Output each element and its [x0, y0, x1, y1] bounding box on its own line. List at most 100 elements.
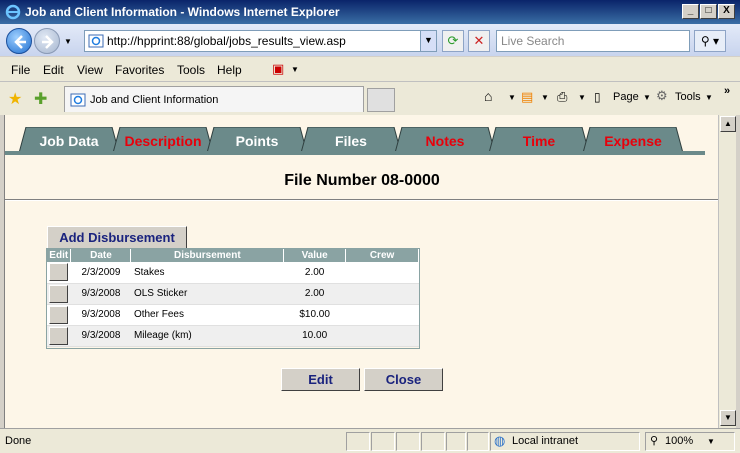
- table-row: 9/3/2008 OLS Sticker 2.00: [47, 283, 419, 305]
- print-dropdown-icon[interactable]: ▼: [578, 93, 586, 102]
- menu-tools[interactable]: Tools: [177, 63, 205, 77]
- menu-file[interactable]: File: [11, 63, 30, 77]
- disbursement-table: Edit Date Disbursement Value Crew 2/3/20…: [47, 249, 419, 347]
- row-edit-button[interactable]: [49, 263, 68, 282]
- tools-dropdown-icon[interactable]: ▼: [705, 93, 713, 102]
- add-disbursement-button[interactable]: Add Disbursement: [47, 226, 187, 249]
- tab-points-label: Points: [235, 133, 279, 149]
- forward-arrow-icon: [42, 35, 54, 49]
- pdf-icon[interactable]: ▣: [272, 61, 284, 77]
- stop-button[interactable]: ✕: [468, 30, 490, 52]
- feeds-dropdown-icon[interactable]: ▼: [541, 93, 549, 102]
- browser-tab[interactable]: Job and Client Information: [64, 86, 364, 112]
- history-dropdown-icon[interactable]: ▼: [64, 37, 72, 46]
- page-title: File Number 08-0000: [284, 172, 440, 189]
- ie-logo-icon: [5, 4, 21, 20]
- status-pane: [467, 432, 489, 451]
- row-crew: [345, 262, 419, 284]
- col-header-date: Date: [70, 249, 132, 262]
- row-date: 9/3/2008: [70, 304, 131, 326]
- tab-time[interactable]: Time: [489, 127, 589, 153]
- col-header-edit: Edit: [47, 249, 72, 262]
- back-button[interactable]: [6, 28, 32, 54]
- row-edit-button[interactable]: [49, 326, 68, 345]
- favorites-star-icon[interactable]: ★: [8, 89, 22, 109]
- refresh-button[interactable]: ⟳: [442, 30, 464, 52]
- menu-favorites[interactable]: Favorites: [115, 63, 164, 77]
- intranet-globe-icon: ◍: [494, 433, 506, 448]
- address-field[interactable]: http://hpprint:88/global/jobs_results_vi…: [84, 30, 437, 52]
- row-edit-cell: [47, 325, 71, 347]
- vertical-scrollbar[interactable]: ▲ ▼: [718, 115, 736, 428]
- address-url: http://hpprint:88/global/jobs_results_vi…: [107, 34, 346, 48]
- row-disbursement: Stakes: [130, 262, 284, 284]
- app-tab-strip: Job Data Description Points Files Notes …: [5, 127, 718, 153]
- tab-expense-label: Expense: [604, 133, 662, 149]
- tab-expense[interactable]: Expense: [583, 127, 683, 153]
- tools-menu[interactable]: Tools: [675, 91, 701, 103]
- row-date: 9/3/2008: [70, 325, 131, 347]
- row-disbursement: Other Fees: [130, 304, 284, 326]
- menu-edit[interactable]: Edit: [43, 63, 64, 77]
- row-edit-cell: [47, 304, 71, 326]
- more-chevron-icon[interactable]: »: [724, 85, 730, 97]
- tab-files[interactable]: Files: [301, 127, 401, 153]
- address-dropdown-icon[interactable]: ▼: [420, 31, 436, 51]
- status-text: Done: [5, 435, 32, 447]
- page-menu[interactable]: Page: [613, 91, 639, 103]
- title-bar: Job and Client Information - Windows Int…: [0, 0, 740, 24]
- search-icon: ⚲: [700, 34, 710, 48]
- status-bar: Done ◍ Local intranet ⚲ 100% ▼: [0, 428, 740, 453]
- divider-highlight: [5, 200, 718, 201]
- close-button[interactable]: Close: [364, 368, 443, 391]
- add-favorite-icon[interactable]: ✚: [34, 89, 47, 109]
- row-date: 9/3/2008: [70, 283, 131, 305]
- menu-help[interactable]: Help: [217, 63, 242, 77]
- row-value: 10.00: [283, 325, 346, 347]
- address-toolbar: ▼ http://hpprint:88/global/jobs_results_…: [0, 24, 740, 56]
- tab-description[interactable]: Description: [113, 127, 213, 153]
- table-row: 9/3/2008 Other Fees $10.00: [47, 304, 419, 326]
- print-icon[interactable]: ⎙: [557, 89, 567, 105]
- tab-points[interactable]: Points: [207, 127, 307, 153]
- pdf-dropdown-icon[interactable]: ▼: [291, 65, 299, 74]
- col-header-disbursement: Disbursement: [130, 249, 285, 262]
- home-icon[interactable]: ⌂: [484, 88, 492, 104]
- edit-button[interactable]: Edit: [281, 368, 360, 391]
- row-edit-button[interactable]: [49, 305, 68, 324]
- feeds-icon[interactable]: ▤: [521, 89, 533, 105]
- scroll-down-icon[interactable]: ▼: [720, 410, 736, 426]
- tab-favicon-icon: [70, 93, 86, 107]
- scroll-up-icon[interactable]: ▲: [720, 116, 736, 132]
- row-edit-button[interactable]: [49, 284, 68, 303]
- row-edit-cell: [47, 262, 71, 284]
- status-pane: [421, 432, 445, 451]
- minimize-button[interactable]: _: [682, 4, 699, 19]
- tab-underline: [5, 151, 705, 155]
- back-arrow-icon: [14, 35, 26, 49]
- zoom-magnifier-icon: ⚲: [650, 435, 659, 447]
- page-icon: ▯: [594, 90, 601, 104]
- row-crew: [345, 304, 419, 326]
- forward-button[interactable]: [34, 28, 60, 54]
- row-value: $10.00: [283, 304, 346, 326]
- page-favicon-icon: [88, 34, 104, 48]
- close-window-button[interactable]: X: [718, 4, 735, 19]
- menu-view[interactable]: View: [77, 63, 103, 77]
- table-row: 2/3/2009 Stakes 2.00: [47, 262, 419, 284]
- maximize-button[interactable]: □: [700, 4, 717, 19]
- search-input[interactable]: Live Search: [496, 30, 690, 52]
- zoom-level[interactable]: 100%: [665, 435, 693, 447]
- tab-notes[interactable]: Notes: [395, 127, 495, 153]
- home-dropdown-icon[interactable]: ▼: [508, 93, 516, 102]
- zoom-dropdown-icon[interactable]: ▼: [707, 437, 715, 446]
- tab-description-label: Description: [124, 133, 202, 149]
- status-pane: [346, 432, 370, 451]
- new-tab-button[interactable]: [367, 88, 395, 112]
- search-button[interactable]: ⚲ ▾: [694, 30, 726, 52]
- col-header-value: Value: [283, 249, 347, 262]
- status-pane: [446, 432, 466, 451]
- tab-job-data[interactable]: Job Data: [19, 127, 119, 153]
- col-header-crew: Crew: [345, 249, 419, 262]
- page-dropdown-icon[interactable]: ▼: [643, 93, 651, 102]
